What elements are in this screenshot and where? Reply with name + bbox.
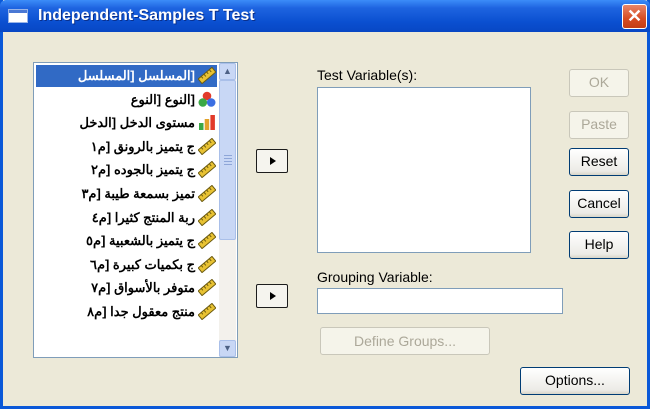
test-variables-list[interactable]: [317, 87, 531, 253]
move-to-test-variables-button[interactable]: [256, 149, 288, 173]
variable-label: ج بكميات كبيرة [م٦: [89, 256, 195, 272]
variable-label: [المسلسل [المسلسل: [77, 68, 195, 83]
variable-label: ج يتميز بالرونق [م١: [90, 138, 195, 154]
dialog-window: Independent-Samples T Test ✕ [المسلسل [ا…: [0, 0, 650, 409]
variable-list-item[interactable]: ج بكميات كبيرة [م٦: [36, 254, 217, 276]
cancel-button[interactable]: Cancel: [569, 190, 629, 218]
options-button[interactable]: Options...: [520, 367, 630, 395]
test-variables-label: Test Variable(s):: [317, 67, 418, 83]
variable-label: منتج معقول جدا [م٨: [87, 304, 195, 319]
grouping-variable-label: Grouping Variable:: [317, 269, 433, 285]
scroll-thumb[interactable]: [219, 80, 236, 240]
scale-ruler-icon: [197, 255, 217, 274]
variable-label: [النوع [النوع: [130, 91, 195, 107]
help-button[interactable]: Help: [569, 231, 629, 259]
source-variable-list[interactable]: [المسلسل [المسلسل [النوع [النوع مستوى الدخ…: [33, 62, 238, 358]
chevron-up-icon: ▲: [223, 66, 232, 76]
variable-list-item[interactable]: [النوع [النوع: [36, 89, 217, 111]
scroll-down-button[interactable]: ▼: [219, 340, 236, 357]
close-button[interactable]: ✕: [622, 4, 647, 29]
title-bar[interactable]: Independent-Samples T Test ✕: [0, 0, 650, 32]
variable-list-item[interactable]: ربة المنتج كثيرا [م٤: [36, 207, 217, 229]
ok-button[interactable]: OK: [569, 69, 629, 97]
scale-ruler-icon: [197, 66, 217, 85]
window-icon: [8, 9, 28, 23]
scale-ruler-icon: [197, 302, 217, 321]
variable-list-item[interactable]: متوفر بالأسواق [م٧: [36, 277, 217, 299]
variable-list-item[interactable]: ج يتميز بالشعبية [م٥: [36, 230, 217, 252]
variable-list-item[interactable]: مستوى الدخل [الدخل: [36, 112, 217, 134]
scale-ruler-icon: [197, 208, 217, 226]
scale-ruler-icon: [197, 161, 217, 179]
scale-ruler-icon: [197, 184, 217, 203]
variable-list-item[interactable]: ج يتميز بالجوده [م٢: [36, 159, 217, 181]
variable-list-item[interactable]: ج يتميز بالرونق [م١: [36, 136, 217, 158]
scale-ruler-icon: [197, 231, 217, 250]
nominal-circles-icon: [198, 91, 216, 108]
move-to-grouping-variable-button[interactable]: [256, 284, 288, 308]
list-scrollbar[interactable]: ▲ ▼: [219, 63, 236, 357]
variable-label: متوفر بالأسواق [م٧: [91, 280, 195, 296]
scale-ruler-icon: [197, 279, 217, 297]
variable-list-item[interactable]: منتج معقول جدا [م٨: [36, 301, 217, 323]
ordinal-bars-icon: [198, 114, 216, 131]
grouping-variable-field[interactable]: [317, 288, 563, 314]
variable-list-item[interactable]: [المسلسل [المسلسل: [36, 65, 217, 87]
close-icon: ✕: [626, 6, 643, 26]
paste-button[interactable]: Paste: [569, 111, 629, 139]
variable-label: ج يتميز بالشعبية [م٥: [86, 233, 195, 249]
variable-label: مستوى الدخل [الدخل: [79, 115, 195, 131]
variable-list-item[interactable]: تميز بسمعة طيبة [م٣: [36, 183, 217, 205]
reset-button[interactable]: Reset: [569, 148, 629, 176]
variable-label: ج يتميز بالجوده [م٢: [91, 162, 195, 178]
define-groups-button[interactable]: Define Groups...: [320, 327, 490, 355]
variable-label: تميز بسمعة طيبة [م٣: [81, 186, 195, 201]
scroll-up-button[interactable]: ▲: [219, 63, 236, 80]
scale-ruler-icon: [197, 137, 217, 156]
chevron-down-icon: ▼: [223, 343, 232, 353]
variable-label: ربة المنتج كثيرا [م٤: [91, 209, 195, 225]
window-title: Independent-Samples T Test: [38, 7, 255, 24]
